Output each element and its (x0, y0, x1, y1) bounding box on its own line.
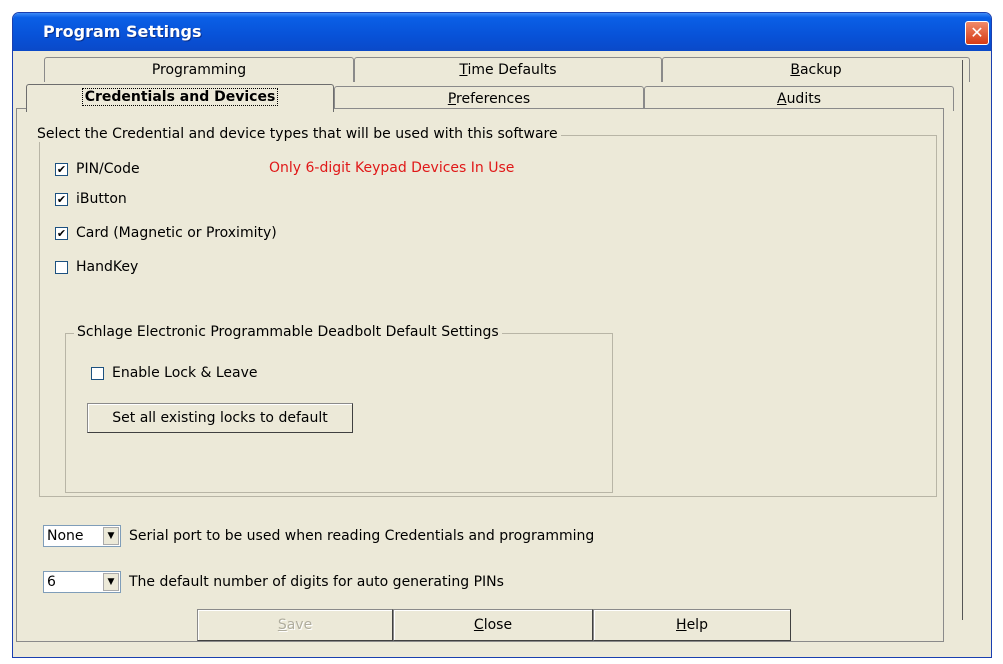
close-mnemonic: C (473, 617, 484, 633)
tab-mnemonic: A (776, 91, 787, 107)
help-button[interactable]: Help (593, 609, 791, 641)
back-tab-panel-edge (960, 60, 963, 620)
checkbox-label: Enable Lock & Leave (112, 365, 258, 381)
checkbox-label: iButton (76, 191, 127, 207)
credentials-tab-panel: Select the Credential and device types t… (16, 108, 944, 642)
tab-label: ackup (799, 62, 842, 78)
enable-lock-leave-checkbox[interactable]: Enable Lock & Leave (91, 363, 258, 383)
deadbolt-defaults-legend: Schlage Electronic Programmable Deadbolt… (74, 324, 502, 340)
close-window-icon[interactable]: ✕ (965, 21, 989, 45)
help-label: elp (686, 617, 708, 633)
chevron-down-icon[interactable]: ▼ (103, 527, 119, 545)
checkbox-label: HandKey (76, 259, 139, 275)
tab-label: Programming (151, 62, 247, 78)
title-bar: Program Settings ✕ (13, 13, 991, 51)
tab-label: Credentials and Devices (81, 88, 279, 106)
tab-time-defaults[interactable]: Time Defaults (354, 57, 662, 82)
tab-programming[interactable]: Programming (44, 57, 354, 82)
checkbox-box: ✔ (55, 162, 68, 176)
pin-digits-value: 6 (47, 574, 56, 590)
keypad-warning-text: Only 6-digit Keypad Devices In Use (269, 160, 515, 176)
ibutton-checkbox[interactable]: ✔ iButton (55, 189, 127, 209)
tab-credentials-and-devices[interactable]: Credentials and Devices (26, 84, 334, 112)
close-label: lose (483, 617, 513, 633)
tab-label: udits (786, 91, 821, 107)
checkbox-box (55, 260, 68, 274)
tab-backup[interactable]: Backup (662, 57, 970, 82)
checkbox-label: PIN/Code (76, 161, 140, 177)
card-checkbox[interactable]: ✔ Card (Magnetic or Proximity) (55, 223, 277, 243)
tab-mnemonic: T (459, 62, 468, 78)
checkbox-box (91, 366, 104, 380)
pin-code-checkbox[interactable]: ✔ PIN/Code (55, 159, 140, 179)
checkbox-box: ✔ (55, 192, 68, 206)
window-title: Program Settings (43, 22, 202, 41)
set-locks-default-button[interactable]: Set all existing locks to default (87, 403, 353, 433)
pin-digits-select[interactable]: 6 ▼ (43, 571, 121, 593)
credential-types-legend: Select the Credential and device types t… (34, 126, 561, 142)
save-mnemonic: S (277, 617, 287, 633)
close-button[interactable]: Close (393, 609, 593, 641)
serial-port-value: None (47, 528, 84, 544)
handkey-checkbox[interactable]: HandKey (55, 257, 138, 277)
help-mnemonic: H (676, 617, 687, 633)
save-label: ave (286, 617, 313, 633)
tab-mnemonic: P (447, 91, 457, 107)
checkbox-label: Card (Magnetic or Proximity) (76, 225, 277, 241)
serial-port-label: Serial port to be used when reading Cred… (129, 528, 595, 544)
chevron-down-icon[interactable]: ▼ (103, 573, 119, 591)
checkbox-box: ✔ (55, 226, 68, 240)
save-button[interactable]: Save (197, 609, 393, 641)
pin-digits-label: The default number of digits for auto ge… (129, 574, 504, 590)
tab-label: ime Defaults (467, 62, 557, 78)
tab-mnemonic: B (790, 62, 800, 78)
serial-port-select[interactable]: None ▼ (43, 525, 121, 547)
tab-label: references (456, 91, 531, 107)
